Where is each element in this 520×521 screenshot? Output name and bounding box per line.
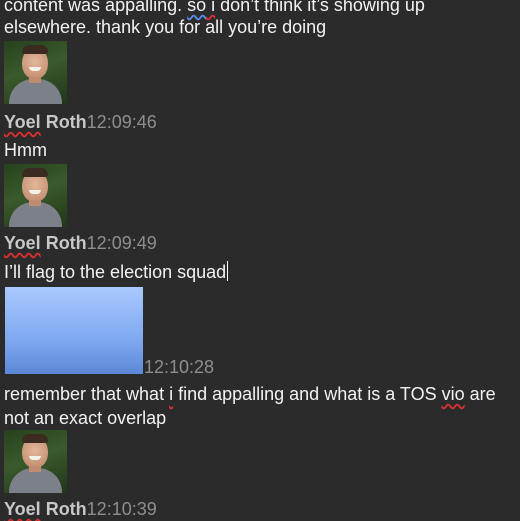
timestamp: 12:09:49: [86, 233, 157, 253]
timestamp: 12:10:39: [86, 499, 157, 519]
timestamp: 12:09:46: [86, 112, 157, 132]
message-text: remember that what i find appalling and …: [4, 384, 496, 404]
avatar[interactable]: [4, 430, 67, 493]
avatar[interactable]: [4, 164, 67, 227]
message-text: not an exact overlap: [4, 408, 167, 428]
sender-name[interactable]: Yoel Roth: [4, 233, 87, 253]
timestamp: 12:10:28: [144, 357, 215, 377]
message-text: Hmm: [4, 140, 47, 160]
sender-name[interactable]: Yoel Roth: [4, 112, 87, 132]
message-header: Yoel Roth12:09:46: [4, 110, 157, 134]
message-header: Yoel Roth12:10:39: [4, 497, 157, 521]
sender-name[interactable]: Yoel Roth: [4, 499, 87, 519]
message-header: Yoel Roth12:09:49: [4, 231, 157, 255]
text-cursor: [227, 261, 229, 281]
message-text: I’ll flag to the election squad: [4, 261, 229, 282]
message-text: elsewhere. thank you for all you’re doin…: [4, 17, 327, 37]
avatar[interactable]: [5, 287, 143, 374]
avatar[interactable]: [4, 41, 67, 104]
